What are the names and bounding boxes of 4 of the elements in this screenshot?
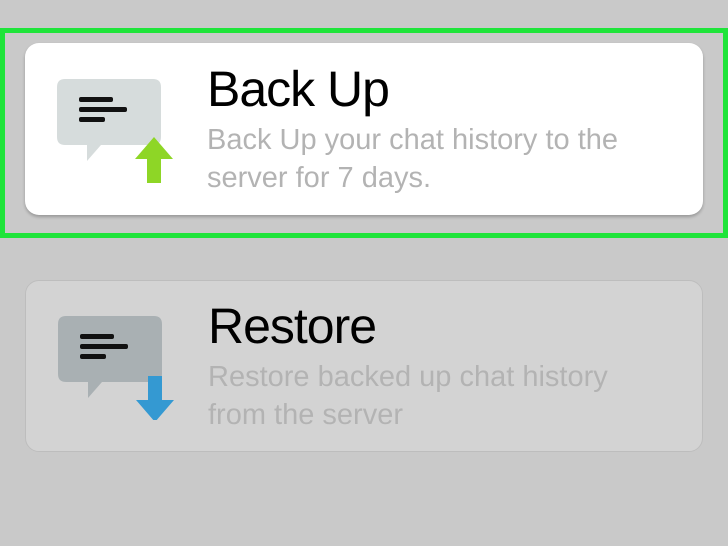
option-description: Back Up your chat history to the server for 7 days. [207, 123, 620, 196]
option-title: Back Up [207, 61, 390, 117]
option-card[interactable]: Back Up Back Up your chat history to the server for 7 days. [25, 43, 703, 215]
option-title: Restore [208, 298, 378, 354]
